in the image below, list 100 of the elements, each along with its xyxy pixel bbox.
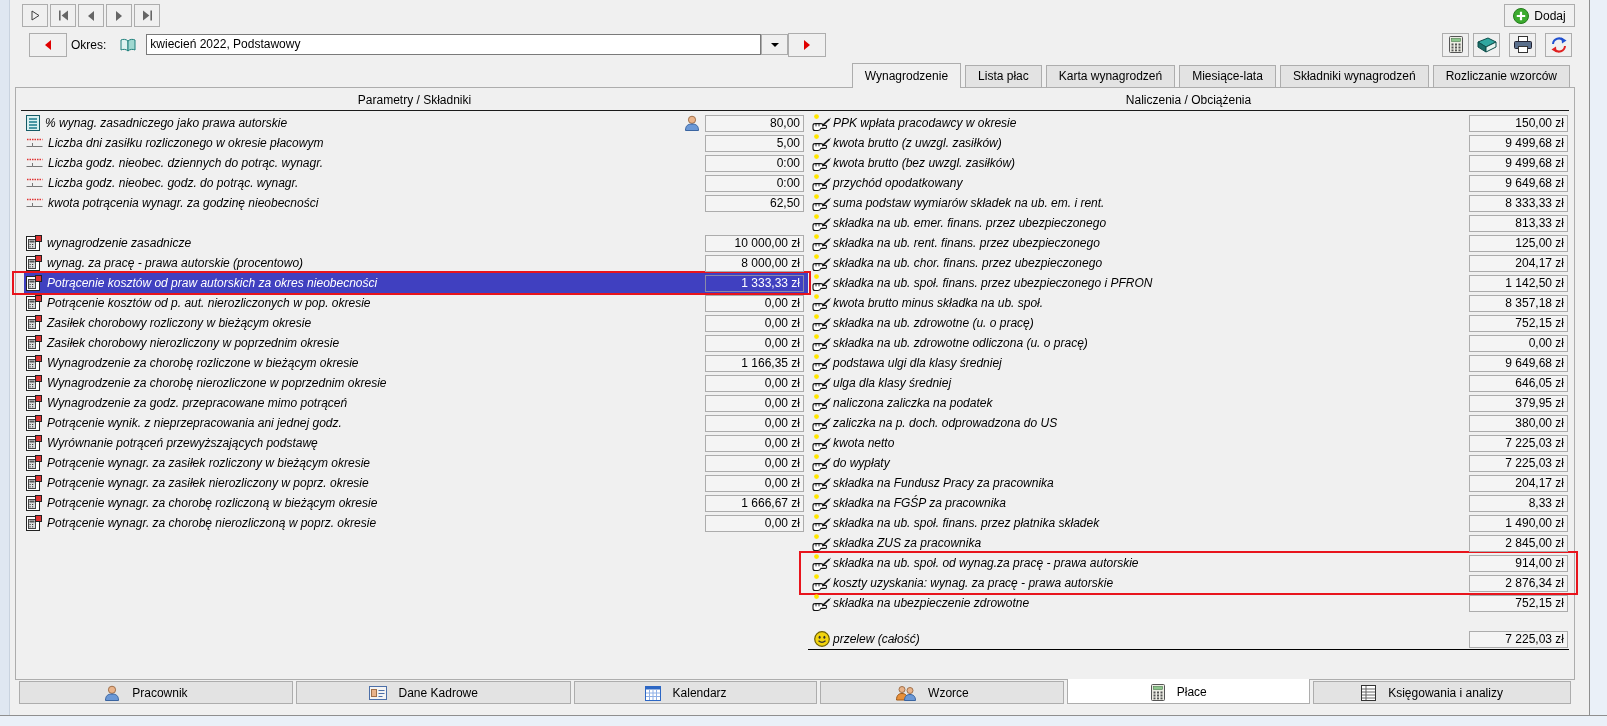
value-field[interactable]: 0,00 zł	[1469, 334, 1568, 352]
tab[interactable]: Składniki wynagrodzeń	[1279, 65, 1429, 87]
parameter-row[interactable]: wynagrodzenie zasadnicze 10 000,00 zł	[24, 233, 808, 253]
value-field[interactable]: 10 000,00 zł	[705, 234, 804, 252]
tab[interactable]: Wynagrodzenie	[851, 63, 962, 88]
module-tab[interactable]: Pracownik	[19, 681, 293, 704]
parameter-row[interactable]: Potrącenie wynagr. za chorobę rozliczoną w bieżącym okresie 1 666,67 zł	[24, 493, 808, 513]
period-field[interactable]: kwiecień 2022, Podstawowy	[146, 34, 762, 55]
value-field[interactable]: 150,00 zł	[1469, 114, 1568, 132]
value-field[interactable]: 1 333,33 zł	[705, 274, 804, 292]
value-field[interactable]: 0,00 zł	[705, 394, 804, 412]
value-field[interactable]: 0,00 zł	[705, 434, 804, 452]
value-field[interactable]: 1 142,50 zł	[1469, 274, 1568, 292]
value-field[interactable]: 8,33 zł	[1469, 494, 1568, 512]
charge-row[interactable]: składka na ub. społ. od wynag.za pracę - prawa autorskie 914,00 zł	[808, 553, 1569, 573]
charge-row[interactable]: PPK wpłata pracodawcy w okresie 150,00 zł	[808, 113, 1569, 133]
value-field[interactable]: 0,00 zł	[705, 374, 804, 392]
value-field[interactable]: 752,15 zł	[1469, 314, 1568, 332]
value-field[interactable]: 8 357,18 zł	[1469, 294, 1568, 312]
parameter-row[interactable]: Potrącenie wynagr. za zasiłek nierozliczony w poprz. okresie 0,00 zł	[24, 473, 808, 493]
value-field[interactable]: 380,00 zł	[1469, 414, 1568, 432]
print-button[interactable]	[1509, 32, 1536, 57]
value-field[interactable]: 204,17 zł	[1469, 474, 1568, 492]
value-field[interactable]: 0,00 zł	[705, 334, 804, 352]
start-button[interactable]	[22, 4, 48, 27]
tab[interactable]: Lista płac	[965, 65, 1042, 87]
module-tab[interactable]: Płace	[1067, 679, 1311, 704]
module-tab[interactable]: Księgowania i analizy	[1313, 681, 1571, 704]
charge-row[interactable]: składka na ub. rent. finans. przez ubezpieczonego 125,00 zł	[808, 233, 1569, 253]
charge-row[interactable]: składka na ub. społ. finans. przez ubezpieczonego i PFRON 1 142,50 zł	[808, 273, 1569, 293]
parameter-row[interactable]: Liczba godz. nieobec. godz. do potrąc. wynagr. 0:00	[24, 173, 808, 193]
next-button[interactable]	[106, 4, 132, 27]
value-field[interactable]: 0,00 zł	[705, 514, 804, 532]
previous-button[interactable]	[78, 4, 104, 27]
value-field[interactable]: 7 225,03 zł	[1469, 630, 1568, 648]
value-field[interactable]: 0,00 zł	[705, 454, 804, 472]
value-field[interactable]: 813,33 zł	[1469, 214, 1568, 232]
charge-row[interactable]: składka na Fundusz Pracy za pracownika 204,17 zł	[808, 473, 1569, 493]
charge-row[interactable]: zaliczka na p. doch. odprowadzona do US 380,00 zł	[808, 413, 1569, 433]
value-field[interactable]: 1 490,00 zł	[1469, 514, 1568, 532]
charge-row[interactable]: składka ZUS za pracownika 2 845,00 zł	[808, 533, 1569, 553]
charge-row[interactable]: do wypłaty 7 225,03 zł	[808, 453, 1569, 473]
charge-row[interactable]: kwota brutto (z uwzgl. zasiłków) 9 499,68 zł	[808, 133, 1569, 153]
refresh-button[interactable]	[1545, 32, 1572, 57]
charge-row[interactable]: naliczona zaliczka na podatek 379,95 zł	[808, 393, 1569, 413]
value-field[interactable]: 2 845,00 zł	[1469, 534, 1568, 552]
parameter-row[interactable]: Potrącenie wynik. z nieprzepracowania ani jednej godz. 0,00 zł	[24, 413, 808, 433]
value-field[interactable]: 5,00	[705, 134, 804, 152]
parameter-row[interactable]: % wynag. zasadniczego jako prawa autorskie 80,00	[24, 113, 808, 133]
value-field[interactable]: 80,00	[705, 114, 804, 132]
module-tab[interactable]: Dane Kadrowe	[295, 681, 571, 704]
parameter-row[interactable]: Potrącenie wynagr. za zasiłek rozliczony w bieżącym okresie 0,00 zł	[24, 453, 808, 473]
parameter-row[interactable]: wynag. za pracę - prawa autorskie (procentowo) 8 000,00 zł	[24, 253, 808, 273]
value-field[interactable]: 0:00	[705, 174, 804, 192]
charge-row[interactable]: kwota brutto minus składka na ub. społ. 8 357,18 zł	[808, 293, 1569, 313]
parameter-row[interactable]: Wynagrodzenie za godz. przepracowane mimo potrąceń 0,00 zł	[24, 393, 808, 413]
charge-row[interactable]: koszty uzyskania: wynag. za pracę - prawa autorskie 2 876,34 zł	[808, 573, 1569, 593]
first-button[interactable]	[50, 4, 76, 27]
value-field[interactable]: 7 225,03 zł	[1469, 454, 1568, 472]
value-field[interactable]: 7 225,03 zł	[1469, 434, 1568, 452]
value-field[interactable]: 9 499,68 zł	[1469, 134, 1568, 152]
value-field[interactable]: 9 499,68 zł	[1469, 154, 1568, 172]
parameter-row[interactable]: Zasiłek chorobowy nierozliczony w poprzednim okresie 0,00 zł	[24, 333, 808, 353]
parameter-row[interactable]: Liczba godz. nieobec. dziennych do potrąc. wynagr. 0:00	[24, 153, 808, 173]
charge-row[interactable]: kwota brutto (bez uwzgl. zasiłków) 9 499,68 zł	[808, 153, 1569, 173]
parameter-row[interactable]: Liczba dni zasiłku rozliczonego w okresie płacowym 5,00	[24, 133, 808, 153]
dropdown-button[interactable]	[761, 34, 789, 55]
value-field[interactable]: 1 666,67 zł	[705, 494, 804, 512]
calculator-button[interactable]	[1442, 32, 1469, 57]
last-button[interactable]	[134, 4, 160, 27]
tab[interactable]: Karta wynagrodzeń	[1045, 65, 1176, 87]
charge-row[interactable]: składka na ub. społ. finans. przez płatnika składek 1 490,00 zł	[808, 513, 1569, 533]
add-button[interactable]: Dodaj	[1504, 4, 1575, 27]
value-field[interactable]: 379,95 zł	[1469, 394, 1568, 412]
charge-row[interactable]: składka na ubezpieczenie zdrowotne 752,15 zł	[808, 593, 1569, 613]
value-field[interactable]: 0:00	[705, 154, 804, 172]
charge-row[interactable]: przelew (całość) 7 225,03 zł	[808, 629, 1569, 650]
value-field[interactable]: 125,00 zł	[1469, 234, 1568, 252]
charge-row[interactable]: składka na ub. zdrowotne odliczona (u. o pracę) 0,00 zł	[808, 333, 1569, 353]
tab[interactable]: Miesiące-lata	[1179, 65, 1276, 87]
value-field[interactable]: 8 333,33 zł	[1469, 194, 1568, 212]
charge-row[interactable]: podstawa ulgi dla klasy średniej 9 649,68 zł	[808, 353, 1569, 373]
parameter-row[interactable]: Wynagrodzenie za chorobę rozliczone w bieżącym okresie 1 166,35 zł	[24, 353, 808, 373]
value-field[interactable]: 9 649,68 zł	[1469, 354, 1568, 372]
parameter-row[interactable]: Wynagrodzenie za chorobę nierozliczone w poprzednim okresie 0,00 zł	[24, 373, 808, 393]
book-button[interactable]	[1473, 32, 1500, 57]
value-field[interactable]: 2 876,34 zł	[1469, 574, 1568, 592]
parameter-row[interactable]: kwota potrącenia wynagr. za godzinę nieobecności 62,50	[24, 193, 808, 213]
value-field[interactable]: 914,00 zł	[1469, 554, 1568, 572]
value-field[interactable]: 646,05 zł	[1469, 374, 1568, 392]
value-field[interactable]: 204,17 zł	[1469, 254, 1568, 272]
charge-row[interactable]: składka na ub. zdrowotne (u. o pracę) 752,15 zł	[808, 313, 1569, 333]
module-tab[interactable]: Kalendarz	[573, 681, 818, 704]
charge-row[interactable]: ulga dla klasy średniej 646,05 zł	[808, 373, 1569, 393]
charge-row[interactable]: suma podstaw wymiarów składek na ub. em. i rent. 8 333,33 zł	[808, 193, 1569, 213]
charge-row[interactable]: składka na FGŚP za pracownika 8,33 zł	[808, 493, 1569, 513]
charge-row[interactable]: składka na ub. emer. finans. przez ubezpieczonego 813,33 zł	[808, 213, 1569, 233]
next-period-button[interactable]	[788, 32, 827, 57]
value-field[interactable]: 8 000,00 zł	[705, 254, 804, 272]
charge-row[interactable]: kwota netto 7 225,03 zł	[808, 433, 1569, 453]
